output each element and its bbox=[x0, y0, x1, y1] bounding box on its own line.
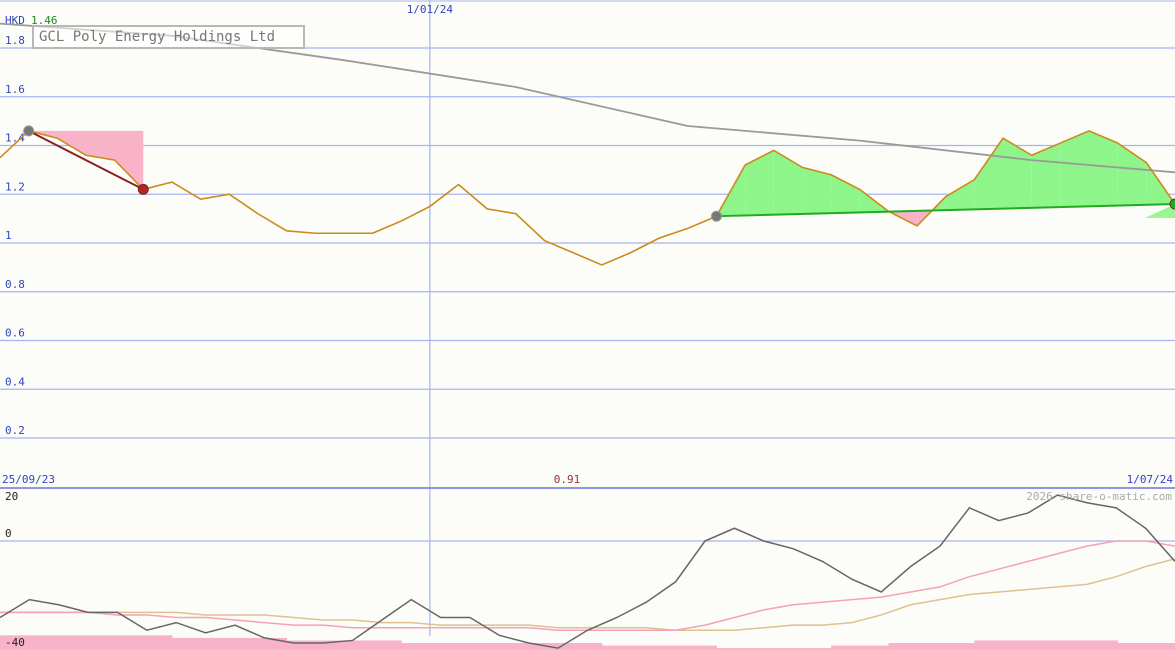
histogram-bar bbox=[401, 643, 431, 650]
x-label-jan: 1/01/24 bbox=[407, 3, 454, 16]
signal-entry-marker bbox=[710, 210, 722, 222]
histogram-bar bbox=[114, 635, 144, 650]
gain-fill-area bbox=[1003, 138, 1032, 209]
histogram-bar bbox=[28, 635, 58, 650]
histogram-bar bbox=[859, 645, 889, 650]
signal-exit-marker bbox=[137, 183, 149, 195]
gain-fill-area bbox=[745, 150, 774, 216]
histogram-bar bbox=[458, 643, 488, 650]
y-tick-label: 0.8 bbox=[5, 278, 25, 291]
x-label-start: 25/09/23 bbox=[2, 473, 55, 486]
y-tick-label: 0.6 bbox=[5, 327, 25, 340]
histogram-bar bbox=[1060, 640, 1090, 650]
gain-fill-area bbox=[1089, 130, 1118, 207]
y-tick-label: 1.6 bbox=[5, 83, 25, 96]
watermark-text: 2026 share-o-matic.com bbox=[1026, 490, 1172, 503]
y-tick-label: 1.8 bbox=[5, 34, 25, 47]
histogram-bar bbox=[831, 645, 861, 650]
histogram-bar bbox=[429, 643, 460, 650]
y-tick-label: 0.2 bbox=[5, 424, 25, 437]
oscillator-line bbox=[0, 494, 1175, 649]
histogram-bar bbox=[85, 635, 116, 650]
histogram-bar bbox=[200, 637, 230, 650]
histogram-bar bbox=[1146, 643, 1175, 650]
oscillator-panel bbox=[0, 494, 1175, 650]
histogram-bar bbox=[974, 640, 1004, 650]
chart-container: 1.8 1.6 1.4 1.2 1 0.8 0.6 0.4 0.2 1/01/24 25/09/23… bbox=[0, 0, 1175, 650]
histogram-bar bbox=[487, 643, 517, 650]
signal-entry-marker bbox=[23, 125, 35, 137]
histogram-bar bbox=[1117, 643, 1147, 650]
gain-fill-area bbox=[1060, 130, 1090, 208]
histogram-bar bbox=[945, 643, 975, 650]
histogram-bar bbox=[601, 645, 631, 650]
histogram-bar bbox=[1003, 640, 1033, 650]
min-price-label: 0.91 bbox=[554, 473, 581, 486]
histogram-bar bbox=[171, 637, 202, 650]
company-legend-box: GCL Poly Energy Holdings Ltd bbox=[32, 25, 305, 49]
price-chart-svg: 1.81.61.41.210.80.60.40.21/01/2425/09/23… bbox=[0, 0, 1175, 650]
histogram-bar bbox=[1031, 640, 1061, 650]
gain-fill-area bbox=[773, 150, 803, 215]
signal-fast-line bbox=[0, 540, 1175, 631]
osc-tick-label: -40 bbox=[5, 636, 25, 649]
histogram-bar bbox=[888, 643, 918, 650]
histogram-bar bbox=[573, 643, 603, 650]
y-tick-label: 1.2 bbox=[5, 180, 25, 193]
y-tick-label: 0.4 bbox=[5, 375, 25, 388]
gain-fill-area bbox=[831, 174, 860, 214]
histogram-bar bbox=[630, 645, 660, 650]
osc-tick-label: 0 bbox=[5, 527, 12, 540]
histogram-bar bbox=[917, 643, 947, 650]
histogram-bar bbox=[229, 637, 259, 650]
company-name: GCL Poly Energy Holdings Ltd bbox=[39, 29, 276, 45]
histogram-bar bbox=[659, 645, 689, 650]
histogram-bar bbox=[143, 635, 173, 650]
histogram-bar bbox=[372, 640, 402, 650]
histogram-bar bbox=[1089, 640, 1119, 650]
histogram-bar bbox=[57, 635, 87, 650]
osc-tick-label: 20 bbox=[5, 490, 18, 503]
x-label-end: 1/07/24 bbox=[1127, 473, 1174, 486]
y-tick-label: 1 bbox=[5, 229, 12, 242]
histogram-bar bbox=[687, 645, 717, 650]
histogram-bar bbox=[343, 640, 374, 650]
